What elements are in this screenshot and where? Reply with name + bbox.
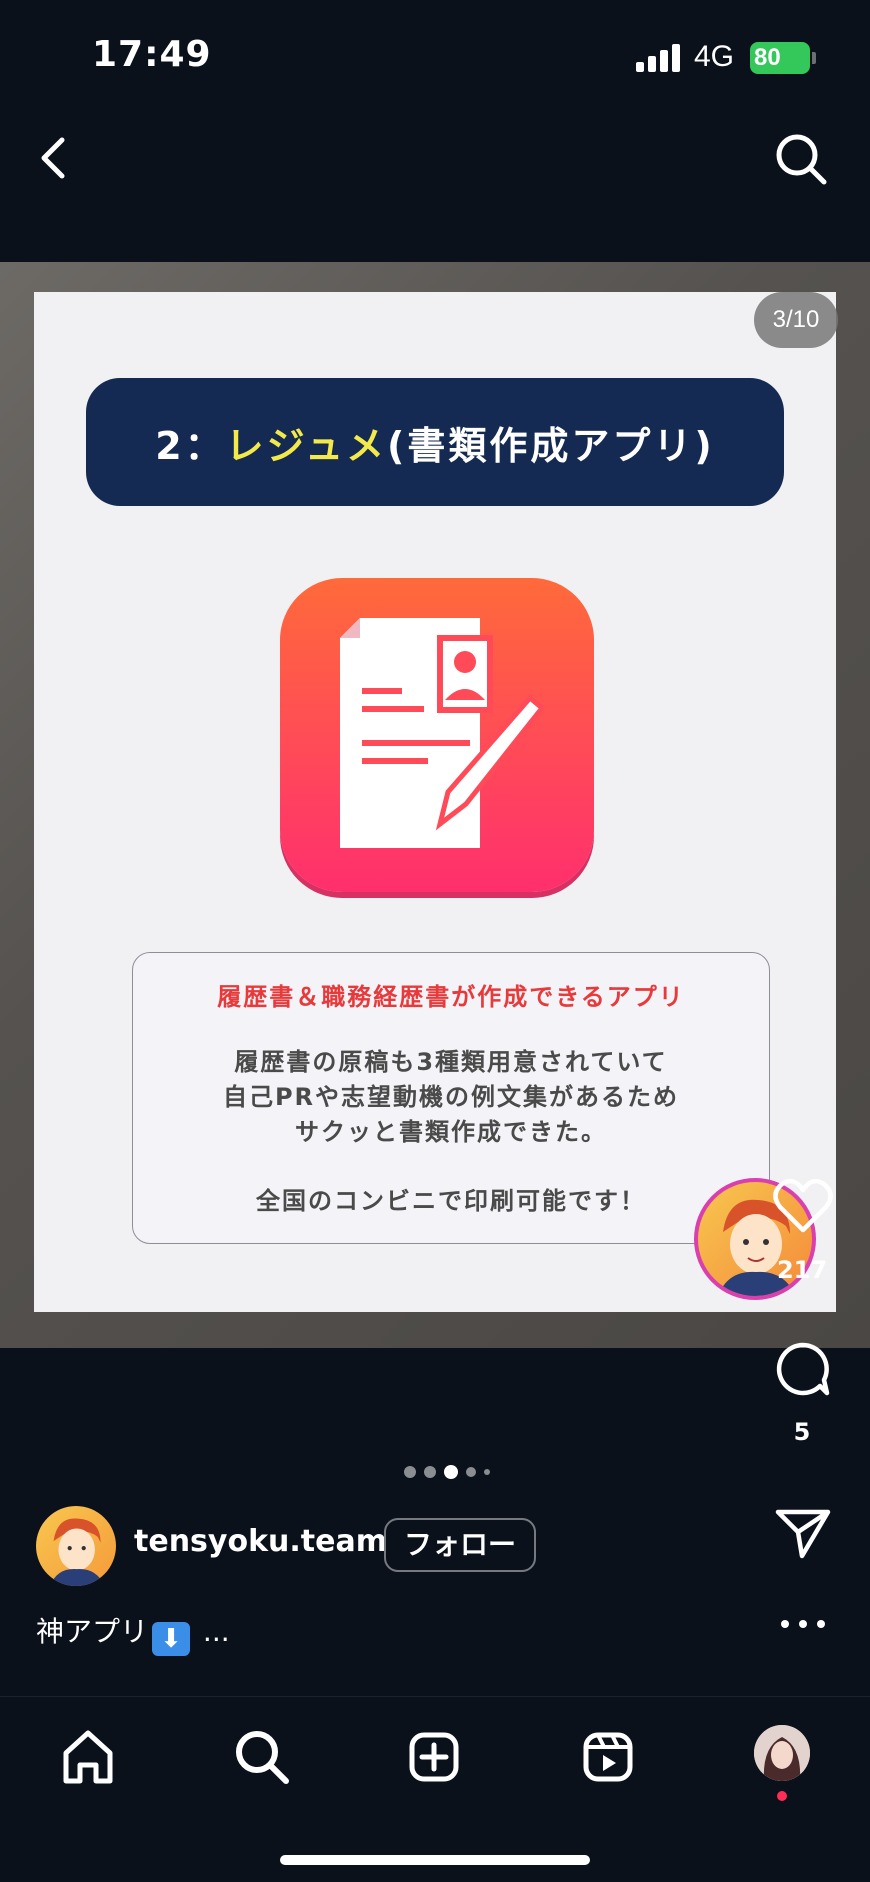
caption-text: 神アプリ	[36, 1615, 149, 1648]
carousel-dots	[404, 1462, 514, 1482]
user-avatar-icon	[754, 1725, 810, 1781]
nav-reels[interactable]	[578, 1727, 638, 1787]
comment-button[interactable]	[774, 1340, 832, 1398]
home-indicator	[280, 1855, 590, 1865]
more-horizontal-icon	[781, 1620, 825, 1628]
more-options-button[interactable]	[776, 1610, 830, 1638]
nav-create[interactable]	[404, 1727, 464, 1787]
home-icon	[63, 1730, 113, 1784]
profile-avatar[interactable]	[36, 1506, 116, 1586]
carousel-dot	[424, 1466, 436, 1478]
description-headline: 履歴書＆職務経歴書が作成できるアプリ	[217, 983, 685, 1011]
description-line: 履歴書の原稿も3種類用意されていて	[234, 1048, 668, 1076]
description-line: サクッと書類作成できた。	[295, 1118, 607, 1146]
search-icon	[776, 134, 827, 185]
carousel-dot	[466, 1467, 476, 1477]
description-line: 自己PRや志望動機の例文集があるため	[222, 1083, 680, 1111]
card-title-accent: レジュメ	[225, 423, 388, 468]
carousel-dot	[404, 1466, 416, 1478]
nav-profile-avatar[interactable]	[754, 1725, 810, 1781]
description-box: 履歴書＆職務経歴書が作成できるアプリ 履歴書の原稿も3種類用意されていて 自己P…	[132, 952, 770, 1244]
caption-more: ...	[194, 1615, 230, 1648]
network-label: 4G	[694, 40, 735, 73]
back-button[interactable]	[30, 128, 86, 188]
card-title-suffix: (書類作成アプリ)	[387, 423, 715, 468]
bottom-nav	[0, 1696, 870, 1882]
battery-icon: 80	[750, 42, 816, 74]
comment-count: 5	[793, 1418, 811, 1446]
notification-dot	[777, 1791, 787, 1801]
card-title: 2： レジュメ (書類作成アプリ)	[86, 378, 784, 506]
comment-icon	[776, 1342, 830, 1396]
share-button[interactable]	[774, 1506, 832, 1560]
description-lines: 履歴書の原稿も3種類用意されていて 自己PRや志望動機の例文集があるため サクッ…	[133, 1045, 769, 1150]
status-time: 17:49	[92, 34, 212, 75]
username[interactable]: tensyoku.team	[134, 1524, 387, 1559]
card-title-prefix: 2：	[155, 423, 226, 468]
status-bar: 17:49 4G 80	[0, 0, 870, 110]
paper-plane-icon	[775, 1509, 831, 1559]
resume-app-icon	[280, 578, 594, 892]
plus-square-icon	[409, 1732, 459, 1782]
follow-button[interactable]: フォロー	[384, 1518, 536, 1572]
document-pen-icon	[340, 618, 546, 848]
post-card: 2： レジュメ (書類作成アプリ) 履歴書＆職務経歴書が作成できるアプリ 履歴書…	[34, 292, 836, 1312]
carousel-dot-active	[444, 1465, 458, 1479]
like-button[interactable]	[772, 1176, 834, 1236]
nav-search[interactable]	[232, 1727, 292, 1787]
like-count: 217	[776, 1256, 828, 1284]
description-footer: 全国のコンビニで印刷可能です！	[256, 1187, 646, 1215]
search-icon	[236, 1731, 289, 1784]
search-button[interactable]	[772, 130, 830, 188]
signal-icon	[636, 44, 680, 72]
battery-level: 80	[754, 44, 781, 71]
cartoon-avatar-icon	[50, 1518, 105, 1586]
reels-icon	[583, 1732, 633, 1782]
chevron-left-icon	[41, 137, 65, 179]
nav-home[interactable]	[58, 1727, 118, 1787]
heart-icon	[773, 1178, 833, 1233]
carousel-dot	[484, 1469, 490, 1475]
page-counter: 3/10	[754, 292, 838, 348]
caption[interactable]: 神アプリ ⬇ ...	[36, 1610, 230, 1656]
arrow-down-emoji-icon: ⬇	[152, 1622, 191, 1656]
